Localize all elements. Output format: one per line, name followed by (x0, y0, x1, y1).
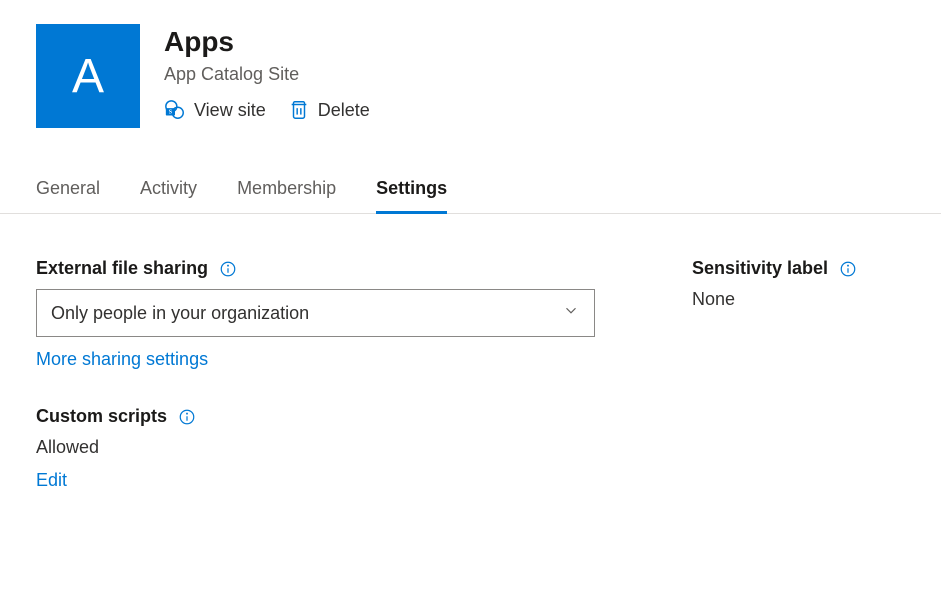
tab-membership[interactable]: Membership (237, 168, 336, 214)
tab-general[interactable]: General (36, 168, 100, 214)
external-sharing-group: External file sharing Only people in you… (36, 258, 596, 370)
sensitivity-group: Sensitivity label None (692, 258, 905, 310)
delete-button[interactable]: Delete (288, 99, 370, 121)
header-info: Apps App Catalog Site S View site (164, 24, 370, 128)
trash-icon (288, 99, 310, 121)
view-site-button[interactable]: S View site (164, 99, 266, 121)
sensitivity-label: Sensitivity label (692, 258, 828, 279)
settings-column-right: Sensitivity label None (692, 258, 905, 527)
custom-scripts-label-row: Custom scripts (36, 406, 596, 427)
site-header: A Apps App Catalog Site S View site (0, 24, 941, 152)
settings-content: External file sharing Only people in you… (0, 214, 941, 527)
header-actions: S View site Delete (164, 99, 370, 121)
tab-activity[interactable]: Activity (140, 168, 197, 214)
info-icon[interactable] (218, 259, 238, 279)
tab-settings[interactable]: Settings (376, 168, 447, 214)
sharepoint-icon: S (164, 99, 186, 121)
site-logo: A (36, 24, 140, 128)
info-icon[interactable] (177, 407, 197, 427)
external-sharing-select[interactable]: Only people in your organization (36, 289, 595, 337)
custom-scripts-edit-link[interactable]: Edit (36, 470, 67, 491)
delete-label: Delete (318, 100, 370, 121)
site-title: Apps (164, 26, 370, 58)
site-subtitle: App Catalog Site (164, 64, 370, 85)
view-site-label: View site (194, 100, 266, 121)
chevron-down-icon (562, 302, 580, 325)
custom-scripts-value: Allowed (36, 437, 596, 458)
custom-scripts-group: Custom scripts Allowed Edit (36, 406, 596, 491)
sensitivity-value: None (692, 289, 905, 310)
external-sharing-label-row: External file sharing (36, 258, 596, 279)
info-icon[interactable] (838, 259, 858, 279)
sensitivity-label-row: Sensitivity label (692, 258, 905, 279)
custom-scripts-label: Custom scripts (36, 406, 167, 427)
external-sharing-selected: Only people in your organization (51, 303, 309, 324)
settings-column-left: External file sharing Only people in you… (36, 258, 596, 527)
tabs: General Activity Membership Settings (0, 168, 941, 214)
more-sharing-settings-link[interactable]: More sharing settings (36, 349, 208, 370)
external-sharing-label: External file sharing (36, 258, 208, 279)
